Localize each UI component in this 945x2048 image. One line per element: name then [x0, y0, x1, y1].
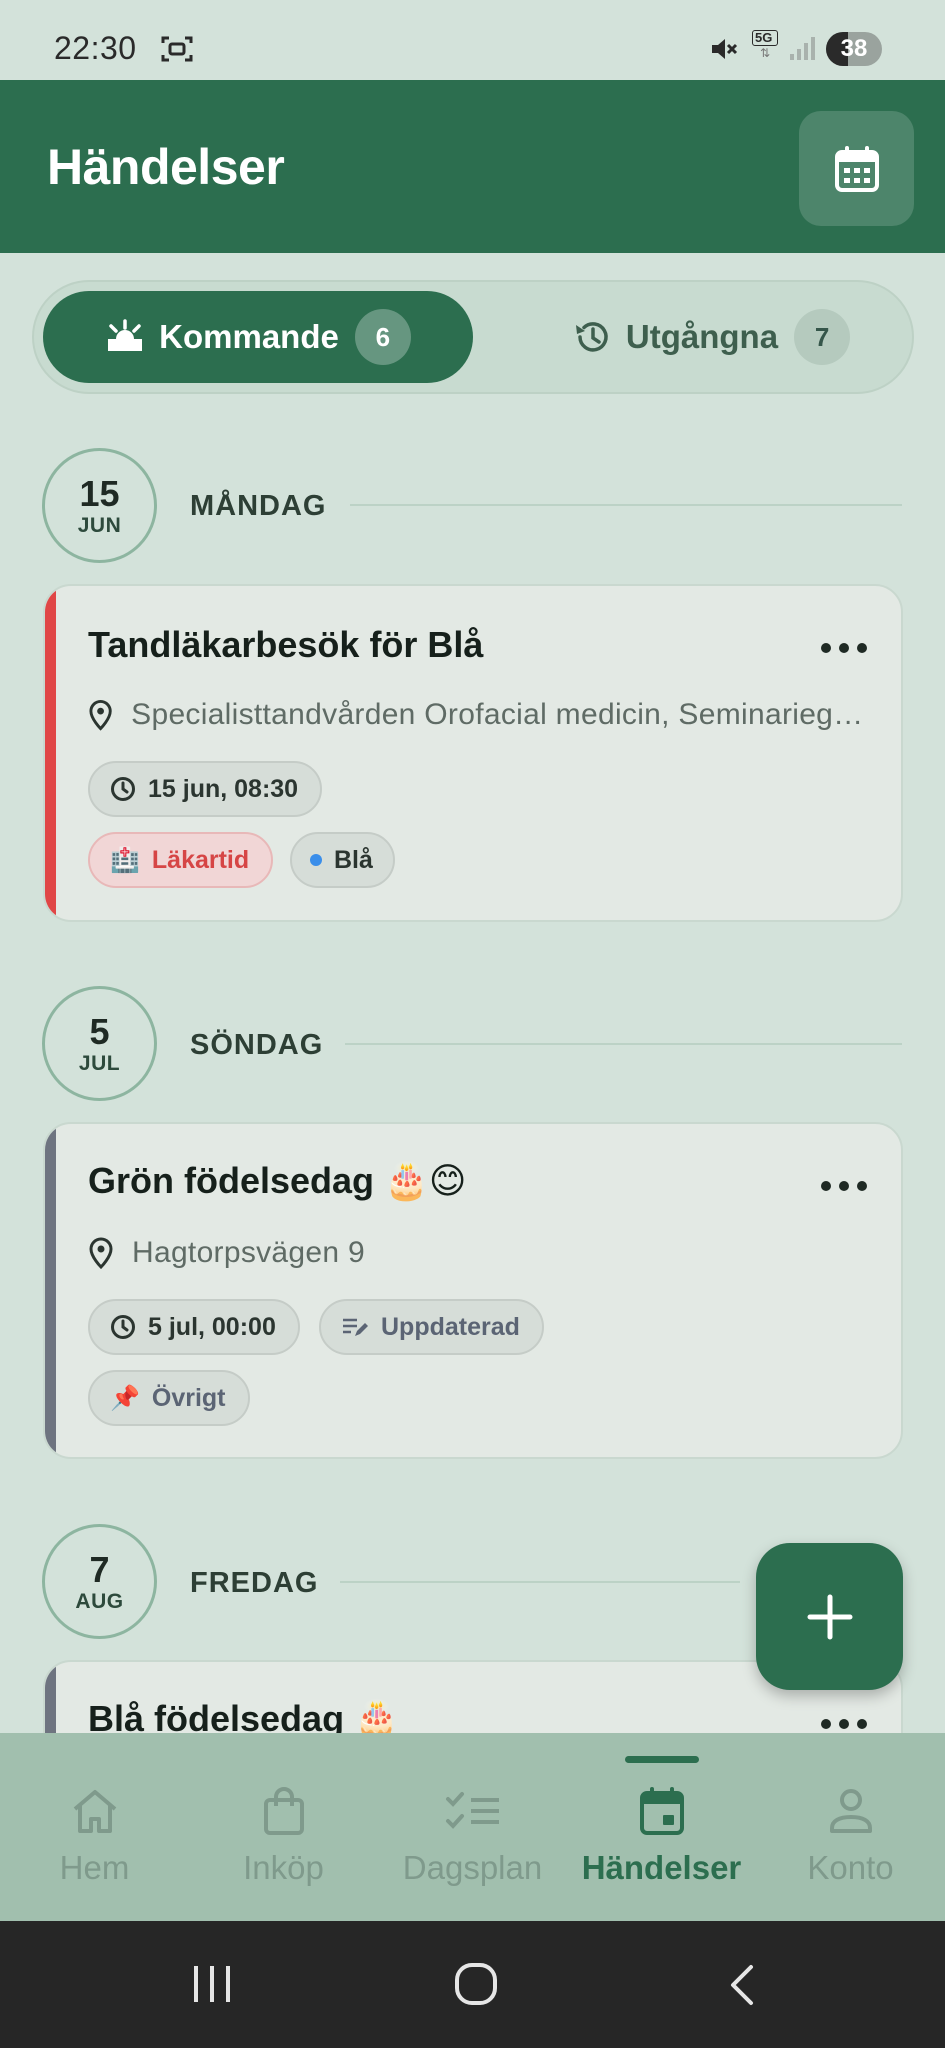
- time-text: 5 jul, 00:00: [148, 1312, 276, 1341]
- nav-item-events[interactable]: Händelser: [567, 1733, 756, 1921]
- nav-item-dayplan[interactable]: Dagsplan: [378, 1733, 567, 1921]
- event-title: Grön födelsedag 🎂😊: [88, 1160, 467, 1201]
- section-divider: [340, 1581, 740, 1583]
- tab-upcoming[interactable]: Kommande 6: [43, 291, 473, 383]
- date-month: JUN: [77, 513, 122, 537]
- date-badge: 5 JUL: [42, 986, 157, 1101]
- category-text: Läkartid: [151, 845, 250, 874]
- network-5g-icon: 5G ⇅: [752, 30, 778, 62]
- date-day: 7: [89, 1548, 110, 1590]
- category-chip: 🏥 Läkartid: [88, 832, 274, 888]
- category-chip: 📌 Övrigt: [88, 1370, 250, 1426]
- person-icon: [829, 1789, 872, 1833]
- network-label: 5G: [752, 30, 778, 46]
- recent-apps-icon[interactable]: [190, 1964, 234, 2004]
- member-color-dot: [310, 854, 322, 866]
- more-options-button[interactable]: [821, 1174, 867, 1198]
- calendar-button[interactable]: [799, 111, 914, 226]
- edit-note-icon: [343, 1318, 368, 1336]
- battery-icon: 38: [826, 32, 882, 66]
- weekday-label: SÖNDAG: [190, 1029, 324, 1061]
- date-badge: 7 AUG: [42, 1524, 157, 1639]
- more-options-button[interactable]: [821, 636, 867, 660]
- member-text: Blå: [334, 845, 373, 874]
- date-day: 15: [79, 472, 120, 514]
- category-text: Övrigt: [151, 1383, 226, 1412]
- app-bar: Händelser: [0, 80, 945, 253]
- home-button-icon[interactable]: [454, 1962, 498, 2006]
- plus-icon: [807, 1594, 852, 1639]
- section-divider: [345, 1043, 902, 1045]
- clock-icon: [111, 1315, 135, 1339]
- category-stripe: [45, 586, 56, 920]
- back-icon[interactable]: [725, 1963, 759, 2007]
- weekday-label: MÅNDAG: [190, 490, 327, 522]
- event-title: Tandläkarbesök för Blå: [88, 624, 484, 665]
- bottom-navigation: Hem Inköp Dagsplan Händelser Konto: [0, 1733, 945, 1921]
- time-chip: 5 jul, 00:00: [88, 1299, 300, 1355]
- pushpin-icon: 📌: [110, 1384, 140, 1412]
- hospital-icon: 🏥: [110, 846, 140, 874]
- system-navigation-bar: [0, 1921, 945, 2048]
- screenshot-icon: [161, 36, 193, 62]
- signal-icon: [790, 37, 815, 60]
- nav-label: Dagsplan: [402, 1849, 543, 1886]
- page-title: Händelser: [47, 139, 285, 195]
- status-bar: 22:30 5G ⇅ 38: [0, 0, 945, 80]
- date-day: 5: [89, 1010, 110, 1052]
- nav-item-shopping[interactable]: Inköp: [189, 1733, 378, 1921]
- weekday-label: FREDAG: [190, 1567, 319, 1599]
- event-location: Hagtorpsvägen 9: [88, 1236, 868, 1270]
- event-location: Specialisttandvården Orofacial medicin, …: [88, 698, 868, 732]
- time-text: 15 jun, 08:30: [148, 774, 299, 803]
- member-chip: Blå: [290, 832, 395, 888]
- clock-icon: [111, 777, 135, 801]
- checklist-icon: [445, 1792, 499, 1829]
- sunrise-icon: [108, 319, 143, 351]
- time-chip: 15 jun, 08:30: [88, 761, 323, 817]
- nav-item-account[interactable]: Konto: [756, 1733, 945, 1921]
- mute-icon: [712, 39, 738, 59]
- tab-label: Kommande: [159, 318, 339, 355]
- event-filter-tabs: Kommande 6 Utgångna 7: [32, 280, 914, 394]
- nav-label: Konto: [807, 1849, 894, 1886]
- location-text: Specialisttandvården Orofacial medicin, …: [131, 698, 868, 731]
- date-month: JUL: [78, 1051, 121, 1075]
- location-pin-icon: [89, 1237, 113, 1269]
- status-time: 22:30: [54, 30, 137, 66]
- tab-label: Utgångna: [625, 318, 779, 355]
- calendar-icon: [834, 145, 879, 192]
- status-text: Uppdaterad: [381, 1312, 520, 1341]
- section-divider: [350, 504, 902, 506]
- updated-chip: Uppdaterad: [319, 1299, 544, 1355]
- history-icon: [575, 322, 608, 352]
- battery-level: 38: [840, 35, 868, 62]
- add-event-button[interactable]: [756, 1543, 903, 1690]
- location-text: Hagtorpsvägen 9: [132, 1236, 365, 1269]
- tab-past[interactable]: Utgångna 7: [531, 291, 891, 383]
- date-badge: 15 JUN: [42, 448, 157, 563]
- date-month: AUG: [75, 1589, 124, 1613]
- event-card[interactable]: Grön födelsedag 🎂😊 Hagtorpsvägen 9 5 jul…: [43, 1122, 903, 1459]
- calendar-event-icon: [639, 1787, 684, 1835]
- nav-label: Händelser: [581, 1849, 742, 1886]
- shopping-bag-icon: [263, 1787, 304, 1835]
- home-icon: [73, 1790, 116, 1833]
- nav-label: Inköp: [243, 1849, 324, 1886]
- category-stripe: [45, 1124, 56, 1457]
- tab-count-badge: 7: [794, 309, 851, 365]
- tab-count-badge: 6: [354, 309, 411, 365]
- event-card[interactable]: Tandläkarbesök för Blå Specialisttandvår…: [43, 584, 903, 922]
- nav-label: Hem: [59, 1849, 130, 1886]
- nav-item-home[interactable]: Hem: [0, 1733, 189, 1921]
- location-pin-icon: [89, 700, 112, 731]
